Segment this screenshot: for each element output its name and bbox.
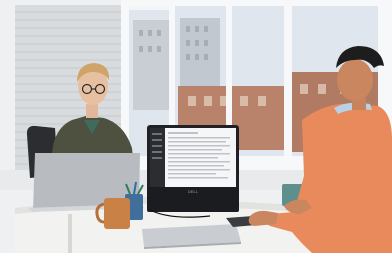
portable-monitor: DELL [147,125,239,218]
office-photo: DELL [0,0,392,253]
monitor-logo: DELL [188,189,199,194]
photo-illustration: DELL [0,0,392,253]
